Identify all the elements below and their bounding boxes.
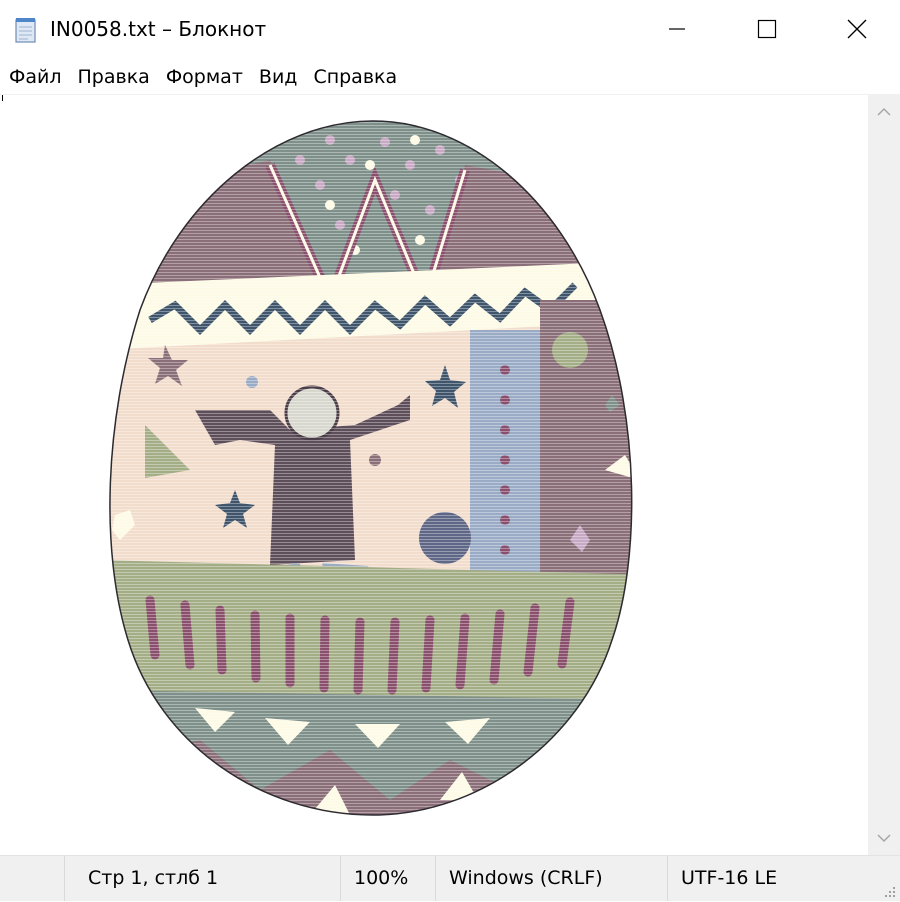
scroll-down-button[interactable] xyxy=(868,821,900,855)
notepad-icon xyxy=(14,17,38,43)
text-editor[interactable] xyxy=(0,95,868,855)
window-title: IN0058.txt – Блокнот xyxy=(50,17,267,41)
status-divider xyxy=(435,856,436,901)
minimize-icon xyxy=(669,28,685,30)
encoding: UTF-16 LE xyxy=(681,867,778,889)
title-bar[interactable]: IN0058.txt – Блокнот xyxy=(0,0,900,58)
maximize-button[interactable] xyxy=(720,0,814,58)
menu-edit[interactable]: Правка xyxy=(70,60,158,94)
status-divider xyxy=(340,856,341,901)
menu-view[interactable]: Вид xyxy=(251,60,306,94)
maximize-icon xyxy=(757,19,777,39)
zoom-level: 100% xyxy=(354,867,409,889)
minimize-button[interactable] xyxy=(630,0,724,58)
close-button[interactable] xyxy=(810,0,900,58)
resize-grip-icon[interactable] xyxy=(882,883,896,897)
menu-file[interactable]: Файл xyxy=(0,60,70,94)
close-icon xyxy=(847,19,867,39)
chevron-down-icon xyxy=(877,834,891,843)
scroll-up-button[interactable] xyxy=(868,95,900,129)
menu-help[interactable]: Справка xyxy=(305,60,405,94)
notepad-window: IN0058.txt – Блокнот Файл Правка Формат … xyxy=(0,0,900,901)
line-ending: Windows (CRLF) xyxy=(449,867,603,889)
easter-egg-ascii-art xyxy=(109,120,633,816)
status-bar: Стр 1, стлб 1 100% Windows (CRLF) UTF-16… xyxy=(0,855,900,901)
vertical-scrollbar[interactable] xyxy=(868,95,900,855)
status-divider xyxy=(667,856,668,901)
chevron-up-icon xyxy=(877,107,891,116)
menu-bar: Файл Правка Формат Вид Справка xyxy=(0,60,900,94)
status-divider xyxy=(64,856,65,901)
cursor-position: Стр 1, стлб 1 xyxy=(88,867,219,889)
menu-format[interactable]: Формат xyxy=(158,60,251,94)
